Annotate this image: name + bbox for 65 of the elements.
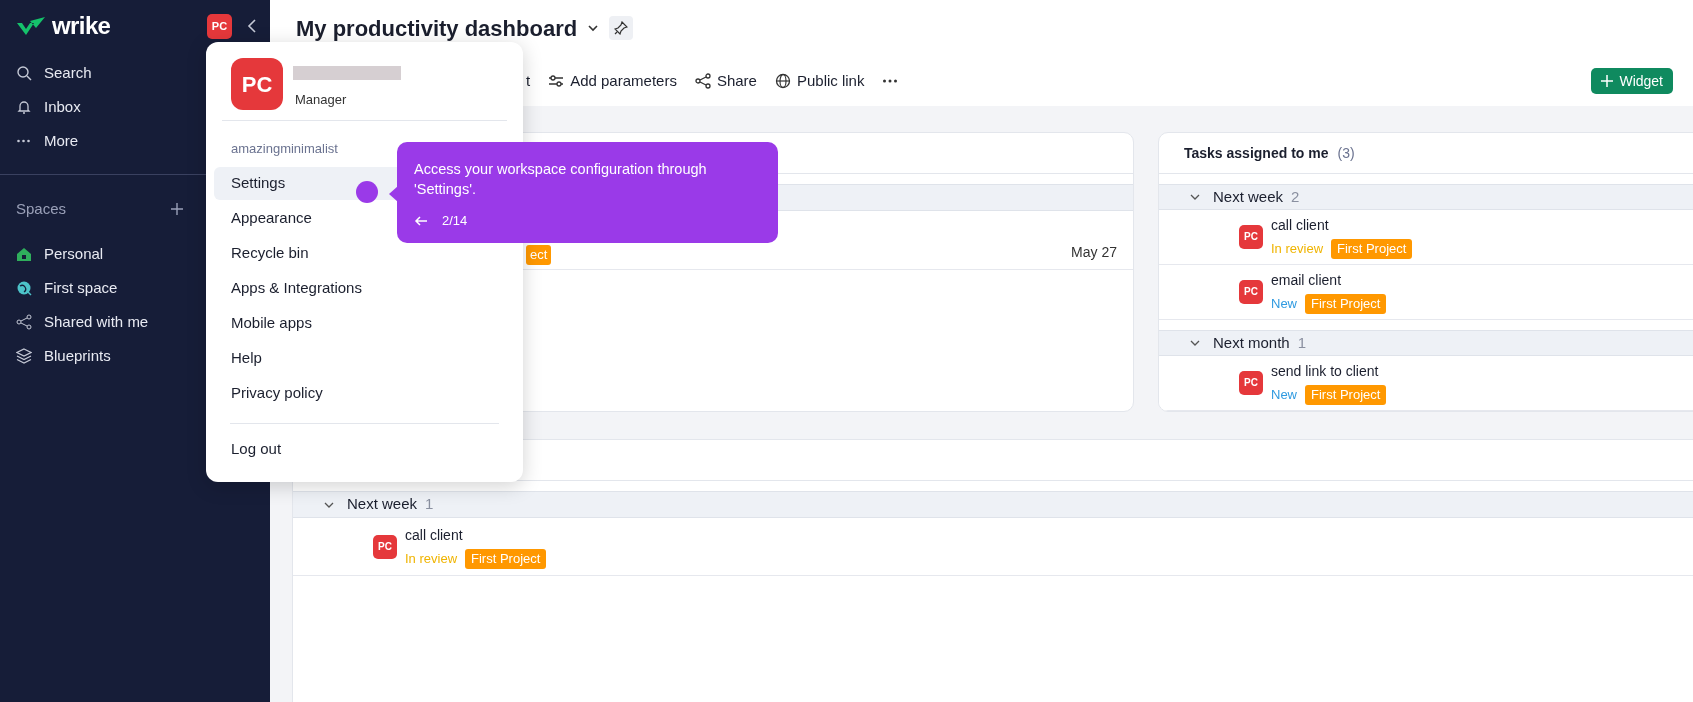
globe-icon [16,280,32,296]
due-date: May 27 [1071,242,1117,262]
task-status: New [1271,295,1297,314]
user-avatar: PC [1239,224,1263,249]
pin-icon [614,21,629,35]
logo-text: wrike [52,11,111,41]
group-header[interactable]: Next month 1 [1159,330,1693,356]
group-label: Next week [347,494,418,515]
project-tag: First Project [1305,384,1387,405]
user-avatar: PC [1239,280,1263,304]
group-count: 1 [425,494,434,515]
user-avatar: PC [373,534,397,559]
account-name: amazingminimalist [230,140,339,158]
home-icon [16,246,32,262]
user-avatar: PC [231,58,283,110]
task-name: send link to client [1271,361,1380,381]
user-avatar: PC [1239,370,1263,395]
menu-item[interactable]: Privacy policy [214,376,515,411]
user-avatar[interactable]: PC [207,13,232,39]
toolbar-button[interactable]: Add parameters [548,69,677,93]
project-tag: First Project [465,548,547,569]
task-name: call client [1271,215,1330,235]
dashboard-title: My productivity dashboard [296,14,578,43]
menu-item[interactable]: Apps & Integrations [214,271,515,306]
logo-icon [16,16,46,36]
search-icon [16,65,32,81]
pin-button[interactable] [609,16,634,40]
menu-item[interactable]: Help [214,341,515,376]
toolbar-button[interactable]: Share [694,69,757,93]
project-tag: First Project [1305,294,1387,314]
menu-item[interactable]: Mobile apps [214,306,515,341]
group-label: Next month [1213,332,1290,353]
collapse-icon[interactable] [246,18,258,34]
group-count: 1 [1297,332,1307,353]
sliders-icon [548,73,565,89]
step-counter: 2/14 [442,212,468,230]
bell-icon [16,99,32,115]
task-status: In review [1271,240,1324,259]
task-name: call client [405,525,464,545]
add-icon[interactable] [170,202,184,216]
share-icon [694,73,711,89]
plus-icon [1601,75,1614,87]
layers-icon [16,348,32,364]
task-count: (3) [1337,143,1355,163]
widget-title: Tasks assigned to me [1184,143,1329,163]
group-header[interactable]: Next week 1 [293,491,1693,518]
globe-icon [774,73,791,89]
user-role: Manager [294,91,348,109]
menu-item[interactable]: Recycle bin [214,236,515,271]
task-status: In review [405,549,458,568]
add-widget-button[interactable]: Widget [1591,68,1673,94]
group-header[interactable]: Next week 2 [1159,184,1693,210]
toolbar-button[interactable]: Public link [774,69,865,93]
project-tag: First Project [1331,238,1413,259]
task-status: New [1271,386,1297,405]
project-tag: ect [526,245,552,265]
group-count: 2 [1291,186,1300,207]
caret-icon[interactable] [587,22,600,34]
section-label: Spaces [16,198,68,219]
back-arrow-icon[interactable] [414,214,428,227]
share-icon [16,314,32,330]
group-label: Next week [1213,186,1284,207]
task-name: email client [1271,271,1343,290]
toolbar-button[interactable]: t [526,69,531,93]
menu-item[interactable]: Log out [214,432,515,466]
